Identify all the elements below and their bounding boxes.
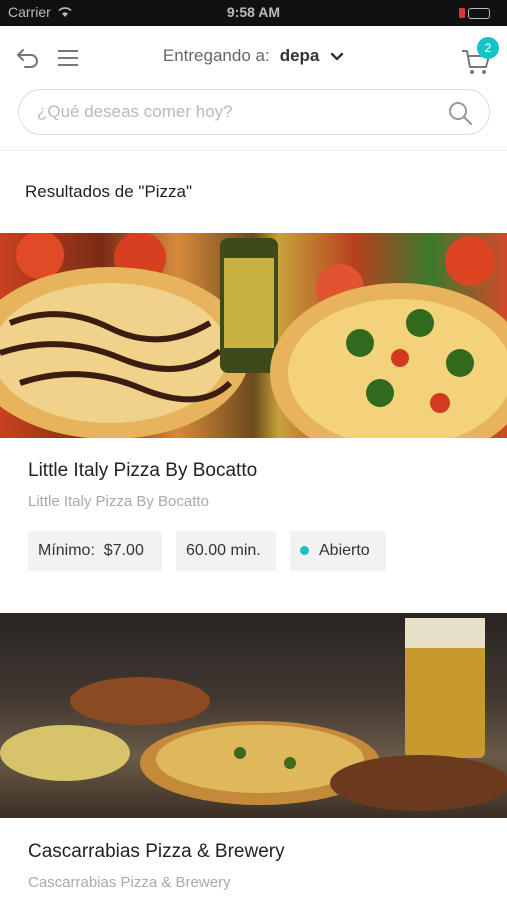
restaurant-image[interactable] — [0, 613, 507, 818]
delivery-location: depa — [279, 46, 320, 65]
status-bar: Carrier 9:58 AM — [0, 0, 507, 26]
restaurant-name[interactable]: Little Italy Pizza By Bocatto — [28, 460, 257, 482]
cart-button[interactable]: 2 — [460, 37, 500, 76]
battery-icon — [459, 6, 499, 20]
pizza-photo — [0, 233, 507, 438]
results-heading: Resultados de "Pizza" — [25, 182, 193, 201]
cart-count-badge: 2 — [477, 37, 499, 59]
delivery-time: 60.00 min. — [186, 542, 261, 559]
minimum-label: Mínimo: — [38, 542, 95, 559]
open-status-dot-icon — [300, 546, 309, 556]
divider — [0, 150, 507, 151]
delivery-time-badge: 60.00 min. — [176, 531, 276, 571]
deliver-label: Entregando a: — [162, 46, 270, 65]
search-bar — [18, 89, 490, 135]
status-badge: Abierto — [290, 531, 386, 571]
clock: 9:58 AM — [226, 4, 281, 20]
pizza-photo — [0, 618, 507, 811]
top-bar: Entregando a: depa 2 — [0, 26, 507, 88]
delivery-location-selector[interactable]: Entregando a: depa — [0, 46, 507, 66]
restaurant-subtitle: Little Italy Pizza By Bocatto — [28, 493, 209, 510]
search-icon[interactable] — [447, 100, 473, 126]
restaurant-image[interactable] — [0, 233, 507, 438]
search-input[interactable] — [37, 90, 447, 134]
minimum-order-badge: Mínimo: $7.00 — [28, 531, 162, 571]
chevron-down-icon — [330, 52, 344, 60]
status-label: Abierto — [319, 542, 370, 559]
minimum-value: $7.00 — [103, 542, 144, 559]
restaurant-name[interactable]: Cascarrabias Pizza & Brewery — [28, 841, 285, 863]
restaurant-subtitle: Cascarrabias Pizza & Brewery — [28, 874, 231, 891]
